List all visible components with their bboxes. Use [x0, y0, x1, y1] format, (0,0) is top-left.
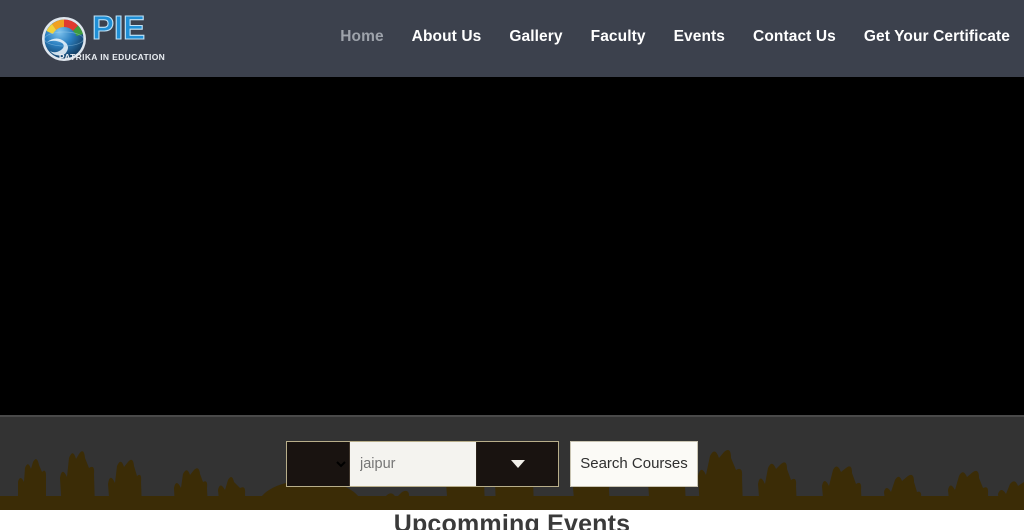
nav-item-get-your-certificate[interactable]: Get Your Certificate	[850, 26, 1024, 48]
nav-item-about-us[interactable]: About Us	[398, 26, 496, 48]
upcoming-events-heading: Upcomming Events	[393, 510, 631, 530]
hero-banner	[0, 77, 1024, 417]
nav-item-contact-us[interactable]: Contact Us	[739, 26, 850, 48]
search-courses-button[interactable]: Search Courses	[570, 441, 698, 487]
strip-baseline	[0, 501, 1024, 510]
nav-item-gallery[interactable]: Gallery	[495, 26, 576, 48]
nav-item-events[interactable]: Events	[660, 26, 739, 48]
course-search-form: Search Courses	[286, 441, 698, 487]
brand-wordmark: PIE	[91, 8, 146, 46]
brand-text-wrap: PIE PATRIKA IN EDUCATION	[59, 8, 172, 70]
search-input-group	[286, 441, 559, 487]
chevron-down-icon	[510, 460, 525, 468]
site-header: PIE PATRIKA IN EDUCATION Home About Us G…	[0, 0, 1024, 77]
location-input[interactable]	[350, 442, 476, 486]
category-select[interactable]	[287, 442, 350, 486]
nav-item-home[interactable]: Home	[326, 26, 397, 48]
brand-logo-link[interactable]: PIE PATRIKA IN EDUCATION	[40, 8, 172, 70]
course-select[interactable]	[476, 442, 558, 486]
nav-item-faculty[interactable]: Faculty	[577, 26, 660, 48]
main-navigation: Home About Us Gallery Faculty Events Con…	[326, 26, 1024, 48]
brand-tagline: PATRIKA IN EDUCATION	[58, 51, 166, 62]
page-root: PIE PATRIKA IN EDUCATION Home About Us G…	[0, 0, 1024, 530]
